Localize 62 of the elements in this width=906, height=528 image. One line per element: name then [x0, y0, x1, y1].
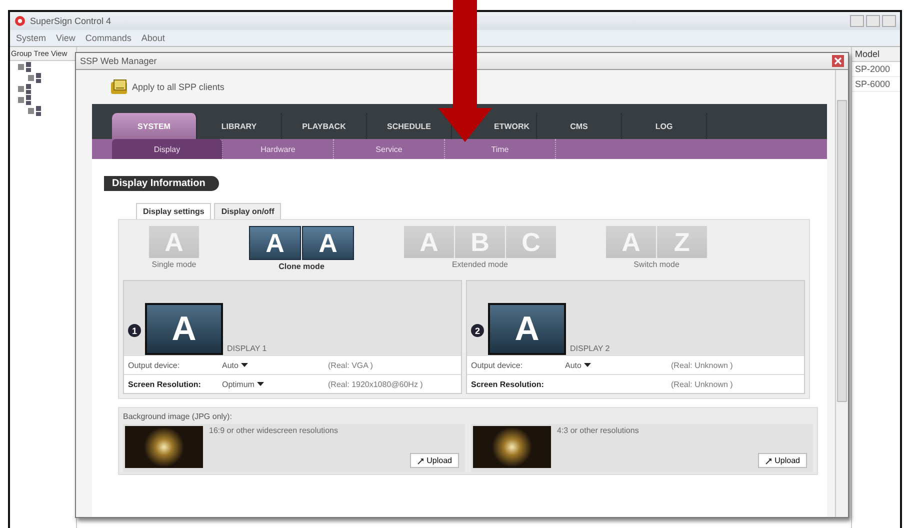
- caret-icon: [241, 363, 248, 367]
- dropdown[interactable]: Optimum: [222, 380, 264, 388]
- display-name: DISPLAY 2: [570, 344, 610, 355]
- dropdown[interactable]: Auto: [222, 360, 248, 370]
- scroll-thumb[interactable]: [837, 100, 847, 402]
- real-value: (Real: 1920x1080@60Hz ): [328, 380, 423, 388]
- table-cell: SP-2000: [852, 62, 900, 77]
- caret-icon: [257, 382, 264, 386]
- network-icon: [18, 84, 32, 94]
- field-label: Screen Resolution:: [471, 380, 545, 388]
- field-label: Screen Resolution:: [128, 380, 202, 388]
- number-badge: 1: [128, 324, 141, 337]
- network-icon: [18, 94, 32, 104]
- folder-icon: [110, 79, 128, 95]
- mode-label: Clone mode: [278, 262, 324, 271]
- menu-item[interactable]: System: [16, 33, 46, 43]
- window-title: SuperSign Control 4: [30, 16, 112, 26]
- menu-item[interactable]: View: [56, 33, 76, 43]
- table-cell: SP-6000: [852, 77, 900, 92]
- mode-label: Switch mode: [634, 260, 680, 269]
- mode-label: Single mode: [152, 260, 196, 269]
- image-caption: 16:9 or other widescreen resolutions: [209, 426, 338, 435]
- screen-letter: A: [249, 226, 301, 260]
- menu-item[interactable]: About: [141, 33, 165, 43]
- column-header: Model: [852, 47, 900, 62]
- app-logo-icon: [14, 15, 26, 27]
- screen-letter: A: [302, 226, 354, 260]
- monitor-screen: A: [145, 303, 223, 355]
- menu-item[interactable]: Commands: [85, 33, 132, 43]
- apply-all-link[interactable]: Apply to all SPP clients: [132, 82, 224, 92]
- tab[interactable]: Display on/off: [214, 203, 282, 219]
- tab[interactable]: Display settings: [136, 203, 212, 219]
- field-label: Output device:: [128, 360, 181, 370]
- network-icon: [28, 106, 42, 116]
- field-label: Output device:: [471, 360, 524, 370]
- real-value: (Real: VGA ): [328, 360, 373, 370]
- pin-icon: [764, 456, 773, 464]
- scrollbar[interactable]: [835, 70, 848, 517]
- close-button[interactable]: [882, 15, 896, 27]
- number-badge: 2: [471, 324, 484, 337]
- dropdown[interactable]: Auto: [565, 360, 592, 370]
- close-button[interactable]: [832, 55, 844, 67]
- upload-button[interactable]: Upload: [758, 453, 807, 468]
- minimize-button[interactable]: [850, 15, 864, 27]
- section-label: Background image (JPG only):: [123, 411, 233, 423]
- dialog-title: SSP Web Manager: [80, 56, 157, 66]
- pin-icon: [416, 456, 425, 464]
- real-value: (Real: Unknown ): [671, 360, 733, 370]
- display-name: DISPLAY 1: [227, 344, 267, 355]
- maximize-button[interactable]: [866, 15, 880, 27]
- network-icon: [18, 62, 32, 72]
- network-icon: [28, 72, 42, 82]
- monitor-screen: A: [488, 303, 566, 355]
- display-mode-option[interactable]: A A Clone mode: [249, 226, 354, 280]
- subtab[interactable]: Display: [112, 139, 223, 159]
- close-icon: [833, 56, 843, 66]
- mode-label: Extended mode: [452, 260, 508, 269]
- image-caption: 4:3 or other resolutions: [557, 426, 639, 435]
- real-value: (Real: Unknown ): [671, 380, 733, 388]
- upload-button[interactable]: Upload: [410, 453, 459, 468]
- caret-icon: [584, 363, 592, 367]
- section-title: Display Information: [104, 176, 220, 191]
